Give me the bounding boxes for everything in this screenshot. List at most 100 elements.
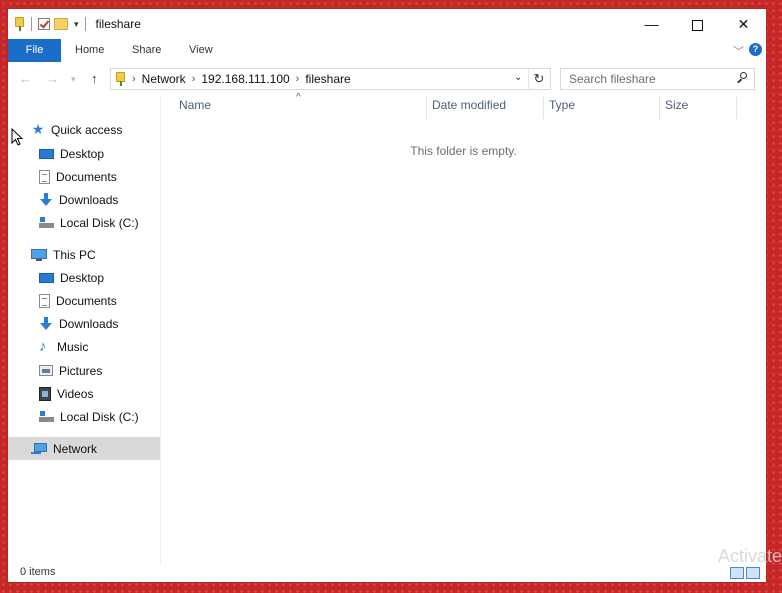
nav-label: Local Disk (C:)	[60, 215, 139, 230]
tab-share[interactable]: Share	[132, 39, 161, 62]
column-header-size[interactable]: Size	[665, 98, 688, 120]
column-divider[interactable]	[659, 97, 660, 119]
nav-pc-downloads[interactable]: Downloads	[8, 312, 160, 335]
chevron-down-icon[interactable]: ⌄	[514, 72, 522, 83]
window-title: fileshare	[95, 17, 141, 31]
crumb-fileshare[interactable]: fileshare	[305, 72, 350, 86]
nav-qa-desktop[interactable]: Desktop	[8, 142, 160, 165]
nav-label: Documents	[56, 293, 117, 308]
nav-label: Desktop	[60, 146, 105, 161]
maximize-icon	[692, 19, 703, 31]
tab-home[interactable]: Home	[75, 39, 104, 62]
pictures-icon	[39, 365, 53, 376]
nav-label: Desktop	[60, 270, 105, 285]
column-header-type[interactable]: Type	[549, 98, 575, 120]
nav-label: Quick access	[51, 122, 123, 137]
up-button[interactable]: ↑	[91, 71, 98, 86]
nav-pc-music[interactable]: ♪ Music	[8, 335, 160, 358]
pc-icon	[31, 248, 47, 261]
activation-watermark: Activate	[718, 546, 782, 566]
tab-view[interactable]: View	[189, 39, 213, 62]
chevron-right-icon[interactable]: ›	[192, 73, 196, 85]
view-switcher	[730, 567, 760, 579]
download-icon	[39, 316, 53, 331]
mouse-cursor-icon	[11, 128, 23, 146]
search-icon[interactable]	[736, 71, 750, 85]
forward-button[interactable]: →	[46, 71, 59, 86]
crumb-host[interactable]: 192.168.111.100	[201, 72, 289, 86]
music-icon: ♪	[39, 338, 47, 355]
ribbon-tabs: File Home Share View ﹀ ?	[8, 39, 766, 62]
nav-label: Videos	[57, 386, 94, 401]
nav-label: Downloads	[59, 192, 119, 207]
large-icons-view-icon[interactable]	[746, 567, 760, 579]
column-header-name[interactable]: Name	[179, 98, 211, 120]
nav-label: Music	[57, 339, 89, 354]
nav-pc-pictures[interactable]: Pictures	[8, 359, 160, 382]
minimize-icon: —	[644, 16, 659, 32]
qat-customize-icon[interactable]: ▾	[74, 19, 79, 30]
sort-ascending-icon: ^	[296, 92, 301, 103]
close-icon: ✕	[737, 16, 750, 32]
quick-access-toolbar: ▾ fileshare	[14, 15, 141, 33]
new-folder-icon[interactable]	[54, 18, 68, 30]
column-divider[interactable]	[543, 97, 544, 119]
tab-file[interactable]: File	[8, 39, 61, 62]
nav-label: Local Disk (C:)	[60, 409, 139, 424]
nav-pc-local-disk[interactable]: Local Disk (C:)	[8, 405, 160, 428]
star-icon: ★	[31, 121, 45, 137]
search-box[interactable]: Search fileshare	[560, 68, 755, 90]
network-folder-icon	[115, 72, 126, 86]
nav-label: This PC	[53, 247, 96, 262]
help-icon[interactable]: ?	[749, 43, 762, 56]
nav-qa-local-disk[interactable]: Local Disk (C:)	[8, 211, 160, 234]
title-bar: ▾ fileshare — ✕	[8, 9, 766, 39]
explorer-window: ▾ fileshare — ✕ File Home Share View ﹀ ?…	[7, 8, 767, 583]
nav-label: Pictures	[59, 363, 103, 378]
nav-this-pc[interactable]: This PC	[8, 243, 160, 266]
nav-pc-desktop[interactable]: Desktop	[8, 266, 160, 289]
document-icon	[39, 293, 50, 308]
network-icon	[31, 442, 47, 455]
column-divider[interactable]	[426, 97, 427, 119]
nav-quick-access[interactable]: ★ Quick access	[8, 118, 160, 141]
disk-icon	[39, 217, 54, 228]
chevron-right-icon[interactable]: ›	[132, 73, 136, 85]
nav-network[interactable]: Network	[8, 437, 160, 460]
qat-divider	[31, 17, 32, 31]
disk-icon	[39, 411, 54, 422]
properties-check-icon[interactable]	[38, 18, 50, 30]
desktop-icon	[39, 148, 54, 159]
nav-pc-documents[interactable]: Documents	[8, 289, 160, 312]
column-divider[interactable]	[736, 97, 737, 119]
nav-pc-videos[interactable]: Videos	[8, 382, 160, 405]
maximize-button[interactable]	[675, 9, 720, 39]
recent-locations-icon[interactable]: ▾	[71, 74, 76, 85]
address-row: ← → ▾ ↑ › Network › 192.168.111.100 › fi…	[8, 65, 766, 93]
document-icon	[39, 169, 50, 184]
chevron-right-icon[interactable]: ›	[296, 73, 300, 85]
close-button[interactable]: ✕	[721, 9, 766, 39]
empty-folder-message: This folder is empty.	[410, 144, 517, 158]
file-list: ^ Name Date modified Type Size This fold…	[161, 92, 766, 565]
download-icon	[39, 192, 53, 207]
nav-qa-downloads[interactable]: Downloads	[8, 188, 160, 211]
column-header-date[interactable]: Date modified	[432, 98, 506, 120]
minimize-button[interactable]: —	[629, 9, 674, 39]
nav-label: Downloads	[59, 316, 119, 331]
desktop-icon	[39, 272, 54, 283]
folder-pin-icon[interactable]	[14, 17, 25, 31]
nav-label: Network	[53, 441, 98, 456]
refresh-button[interactable]: ↻	[528, 69, 549, 89]
address-bar[interactable]: › Network › 192.168.111.100 › fileshare …	[110, 68, 551, 90]
ribbon-expand-icon[interactable]: ﹀	[733, 43, 744, 59]
navigation-pane: ★ Quick access Desktop Documents Downloa…	[8, 95, 160, 565]
status-item-count: 0 items	[20, 566, 56, 578]
back-button[interactable]: ←	[19, 71, 32, 86]
breadcrumb: › Network › 192.168.111.100 › fileshare	[115, 69, 351, 89]
crumb-network[interactable]: Network	[142, 72, 186, 86]
nav-qa-documents[interactable]: Documents	[8, 165, 160, 188]
videos-icon	[39, 386, 51, 401]
search-input[interactable]: Search fileshare	[569, 72, 656, 86]
details-view-icon[interactable]	[730, 567, 744, 579]
